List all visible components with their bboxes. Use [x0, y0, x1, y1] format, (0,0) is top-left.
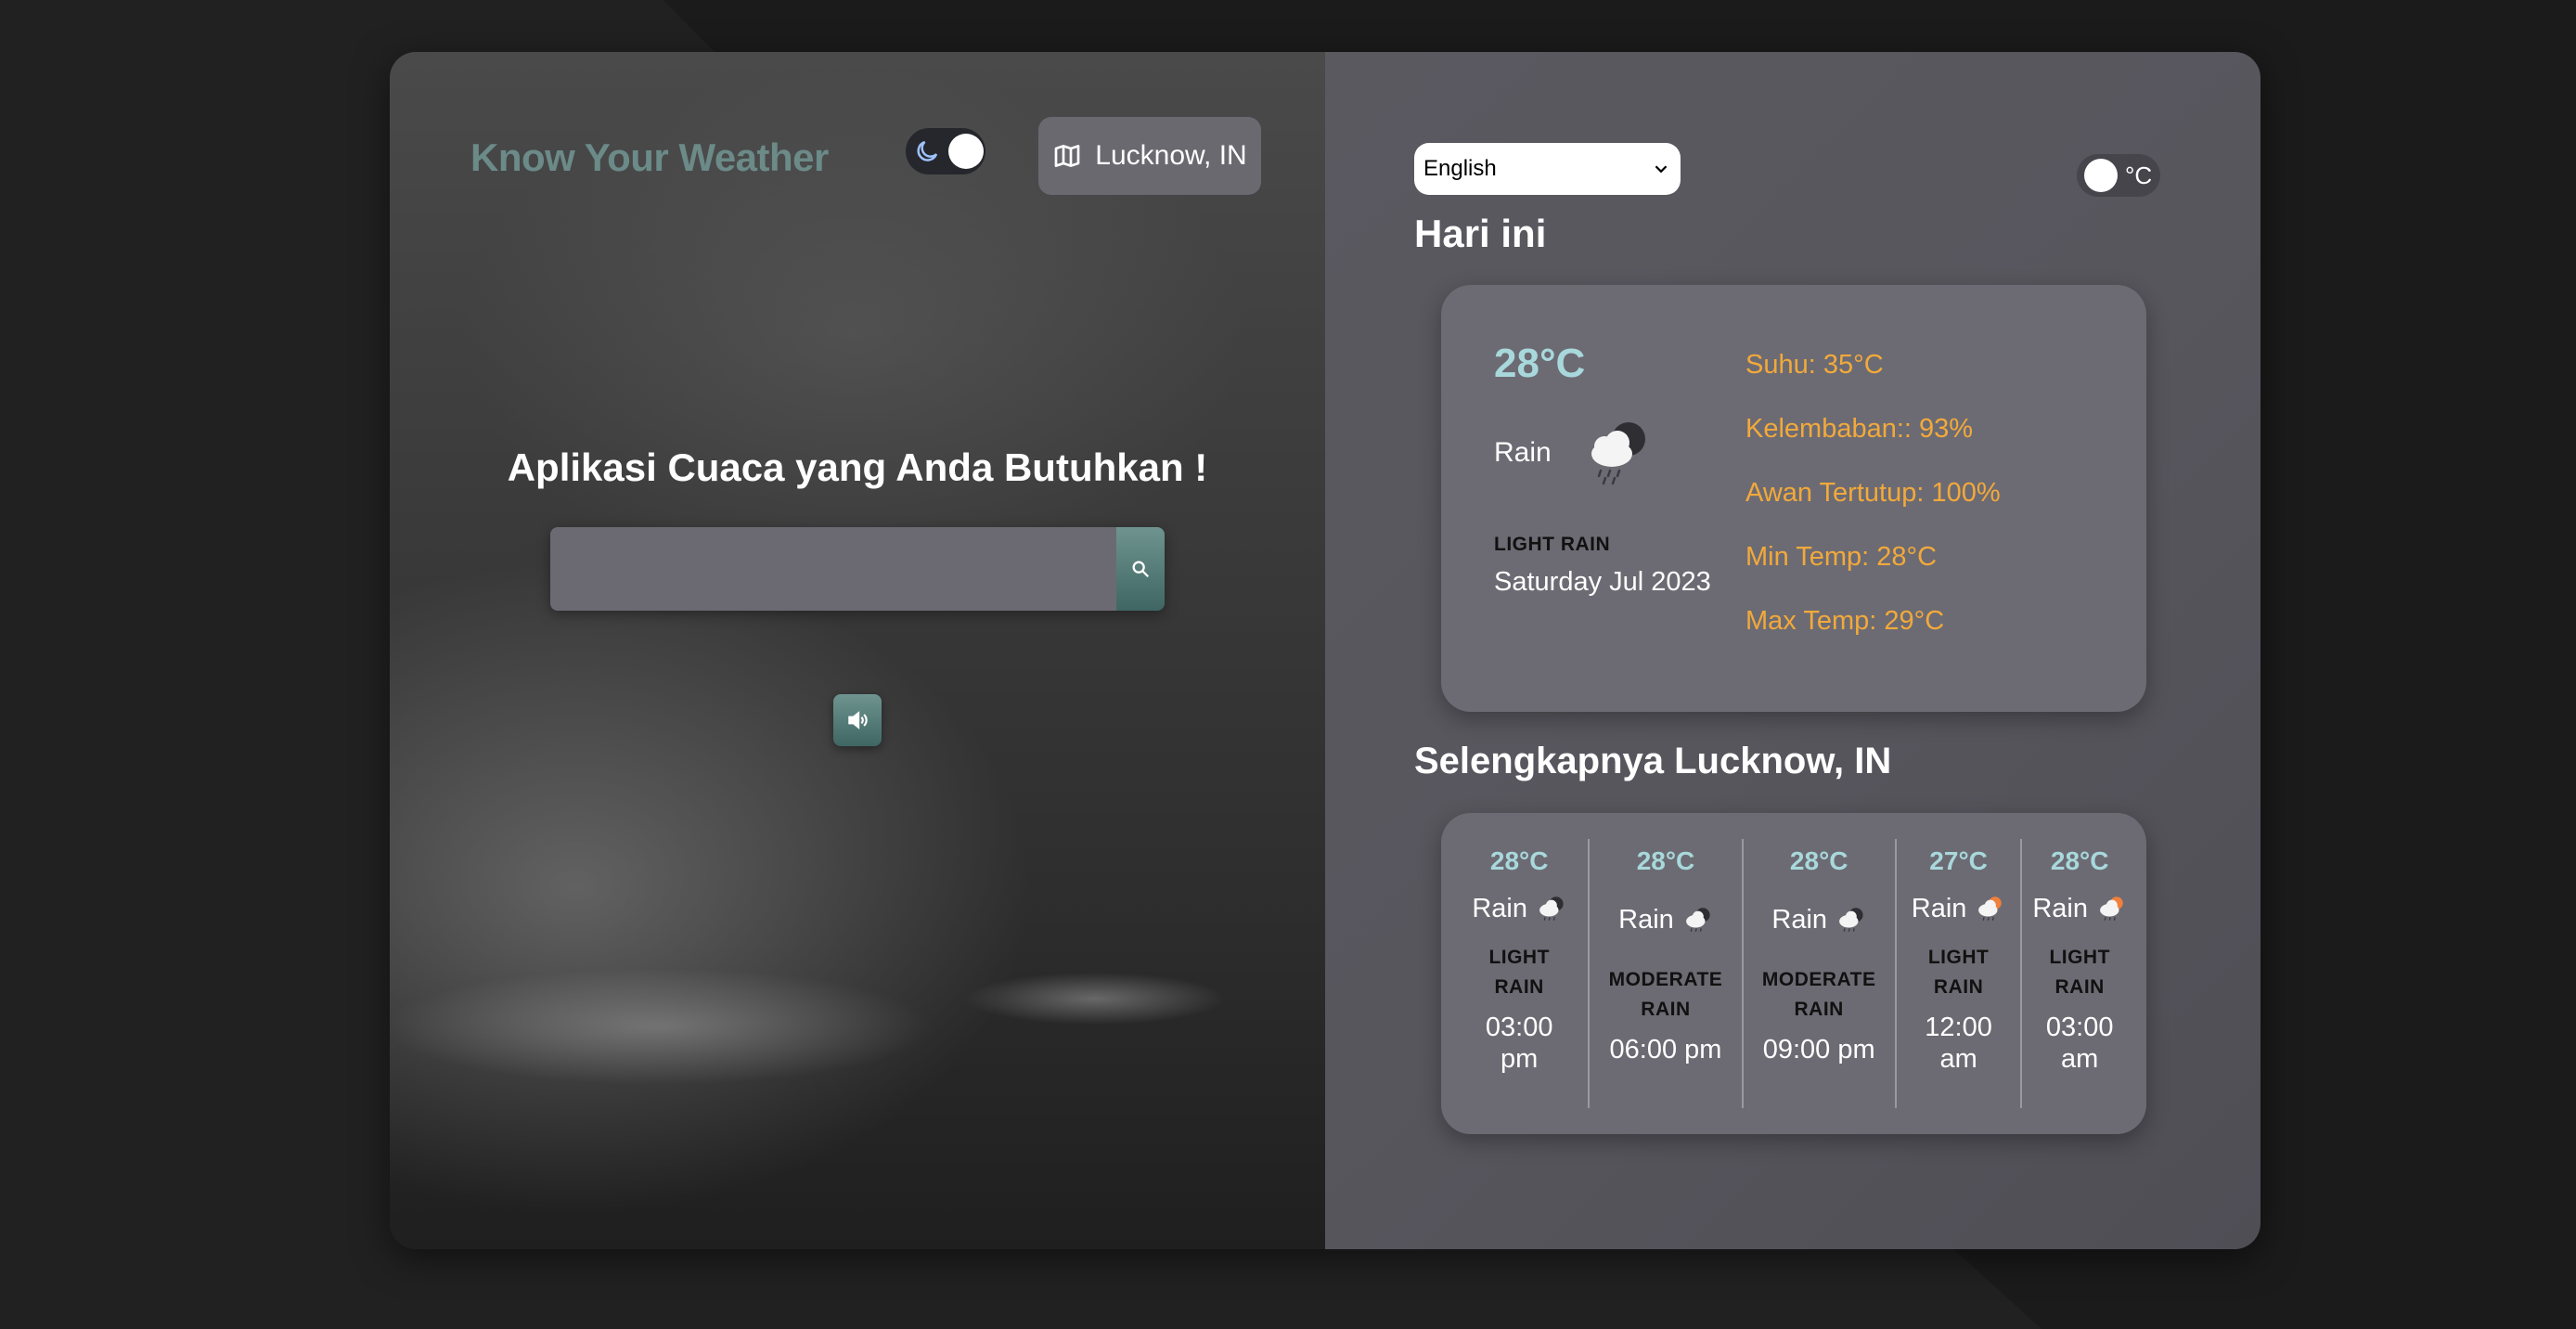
today-heading: Hari ini [1414, 212, 1547, 255]
theme-toggle[interactable] [906, 128, 985, 174]
cloud-moon-rain-icon [1839, 908, 1863, 932]
forecast-temp: 28°C [2050, 846, 2109, 875]
hero-tagline: Aplikasi Cuaca yang Anda Butuhkan ! [507, 445, 1208, 489]
forecast-time: 12:00 am [1925, 1013, 1992, 1074]
forecast-time: 03:00 pm [1485, 1013, 1553, 1074]
voice-button[interactable] [833, 694, 882, 746]
forecast-description: LIGHT RAIN [1927, 947, 1990, 998]
map-icon [1054, 145, 1080, 167]
forecast-temp: 27°C [1929, 846, 1988, 875]
forecast-condition: Rain [1472, 893, 1528, 923]
left-panel: Know Your Weather Lucknow, IN Aplikasi C… [390, 52, 1325, 1249]
forecast-temp: 28°C [1789, 846, 1848, 875]
forecast-condition: Rain [1911, 893, 1967, 923]
theme-toggle-knob [948, 134, 984, 169]
forecast-time: 03:00 am [2045, 1013, 2114, 1074]
search-icon [1132, 561, 1150, 578]
cloud-moon-rain-icon [1685, 908, 1710, 932]
right-panel: English °C Hari ini 28°C Rain LIGHT RAIN… [1325, 52, 2260, 1249]
forecast-description: MODERATE RAIN [1761, 969, 1876, 1020]
forecast-item: 28°C Rain MODERATE RAIN 06:00 pm [1590, 839, 1744, 1108]
forecast-item: 28°C Rain LIGHT RAIN 03:00 pm [1450, 839, 1591, 1108]
language-select-value: English [1423, 156, 1497, 181]
app-window: Know Your Weather Lucknow, IN Aplikasi C… [390, 52, 2260, 1249]
detail-cloud-cover: Awan Tertutup: 100% [1745, 478, 2001, 508]
cloud-sun-rain-icon [2100, 897, 2123, 921]
search-bar [550, 527, 1165, 611]
moon-icon [917, 140, 938, 161]
today-card: 28°C Rain LIGHT RAIN Saturday Jul 2023 S… [1441, 285, 2146, 712]
forecast-condition: Rain [1618, 904, 1674, 935]
forecast-condition: Rain [2032, 893, 2089, 923]
speaker-icon [848, 711, 868, 729]
chevron-down-icon [1655, 165, 1668, 174]
today-temp: 28°C [1494, 341, 1586, 386]
detail-min-temp: Min Temp: 28°C [1745, 542, 1938, 572]
forecast-temp: 28°C [1489, 846, 1549, 875]
forecast-item: 28°C Rain MODERATE RAIN 09:00 pm [1744, 839, 1897, 1108]
brand-title: Know Your Weather [470, 135, 829, 179]
forecast-time: 09:00 pm [1762, 1035, 1875, 1064]
location-button[interactable]: Lucknow, IN [1038, 117, 1261, 195]
unit-toggle[interactable]: °C [2077, 154, 2160, 197]
forecast-time: 06:00 pm [1609, 1035, 1722, 1064]
unit-toggle-knob [2084, 159, 2118, 192]
location-label: Lucknow, IN [1095, 140, 1247, 171]
forecast-description: LIGHT RAIN [1488, 947, 1550, 998]
detail-feels-like: Suhu: 35°C [1745, 350, 1884, 380]
forecast-item: 27°C Rain LIGHT RAIN 12:00 am [1897, 839, 2023, 1108]
detail-humidity: Kelembaban:: 93% [1745, 414, 1974, 444]
today-details: Suhu: 35°C Kelembaban:: 93% Awan Tertutu… [1745, 350, 2001, 670]
detail-max-temp: Max Temp: 29°C [1745, 606, 1945, 636]
forecast-item: 28°C Rain LIGHT RAIN 03:00 am [2022, 839, 2137, 1108]
cloud-moon-rain-icon [1591, 422, 1645, 485]
forecast-condition: Rain [1771, 904, 1828, 935]
today-date: Saturday Jul 2023 [1494, 567, 1711, 597]
today-condition: Rain [1494, 437, 1552, 468]
forecast-heading: Selengkapnya Lucknow, IN [1414, 741, 1892, 781]
language-select[interactable]: English [1414, 143, 1681, 195]
cloud-sun-rain-icon [1978, 897, 2003, 921]
forecast-description: MODERATE RAIN [1608, 969, 1723, 1020]
forecast-description: LIGHT RAIN [2049, 947, 2110, 998]
today-description: LIGHT RAIN [1494, 534, 1611, 555]
search-input[interactable] [550, 527, 1116, 611]
cloud-moon-rain-icon [1539, 897, 1564, 921]
search-button[interactable] [1116, 527, 1165, 611]
forecast-card: 28°C Rain LIGHT RAIN 03:00 pm 28°C Rain MO… [1441, 813, 2146, 1134]
unit-label: °C [2125, 161, 2153, 189]
forecast-temp: 28°C [1636, 846, 1695, 875]
